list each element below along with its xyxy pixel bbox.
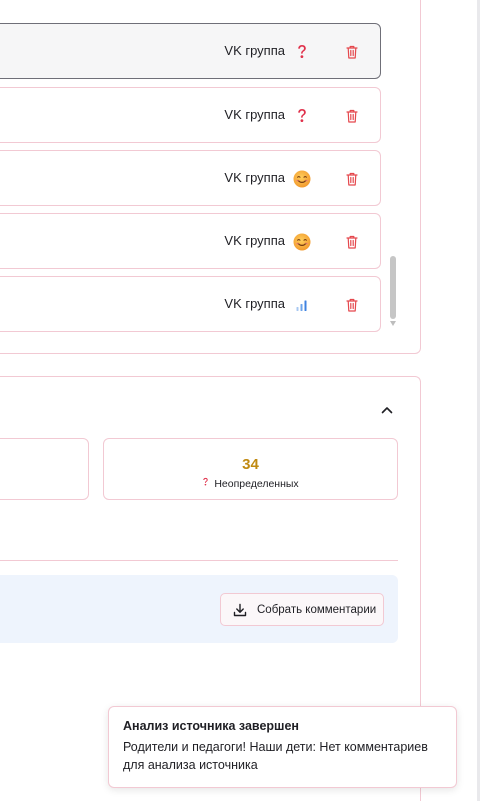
trash-icon[interactable] [344,170,360,188]
notification-toast[interactable]: Анализ источника завершен Родители и пед… [108,706,457,788]
scroll-down-arrow-icon[interactable] [390,321,396,326]
source-row[interactable]: VK группа [0,276,381,332]
scrollbar-thumb[interactable] [390,256,396,319]
divider [0,560,398,561]
question-icon [292,106,312,126]
undefined-count: 34 [242,456,259,473]
trash-icon[interactable] [344,107,360,125]
chevron-up-icon[interactable] [379,402,395,418]
source-type-label: VK группа [224,107,285,122]
signal-bars-icon [292,295,312,315]
source-row[interactable]: VK группа [0,213,381,269]
source-row[interactable]: VK группа [0,87,381,143]
source-type-label: VK группа [224,233,285,248]
toast-message: Родители и педагоги! Наши дети: Нет комм… [123,740,428,772]
source-row[interactable]: VK группа [0,150,381,206]
trash-icon[interactable] [344,43,360,61]
source-row[interactable]: VK группа [0,23,381,79]
smile-emoji-icon [292,232,312,252]
collect-comments-label: Собрать комментарии [257,603,377,616]
question-icon [202,477,209,490]
collect-comments-button[interactable]: Собрать комментарии [220,593,384,626]
download-icon [233,603,247,617]
smile-emoji-icon [292,169,312,189]
undefined-label: Неопределенных [214,477,299,490]
trash-icon[interactable] [344,233,360,251]
stat-card-undefined: 34 Неопределенных [103,438,398,500]
toast-title: Анализ источника завершен [123,719,299,733]
sources-scrollbar[interactable] [389,0,397,330]
trash-icon[interactable] [344,296,360,314]
source-type-label: VK группа [224,296,285,311]
source-type-label: VK группа [224,170,285,185]
stat-card [0,438,89,500]
source-type-label: VK группа [224,43,285,58]
question-icon [292,42,312,62]
